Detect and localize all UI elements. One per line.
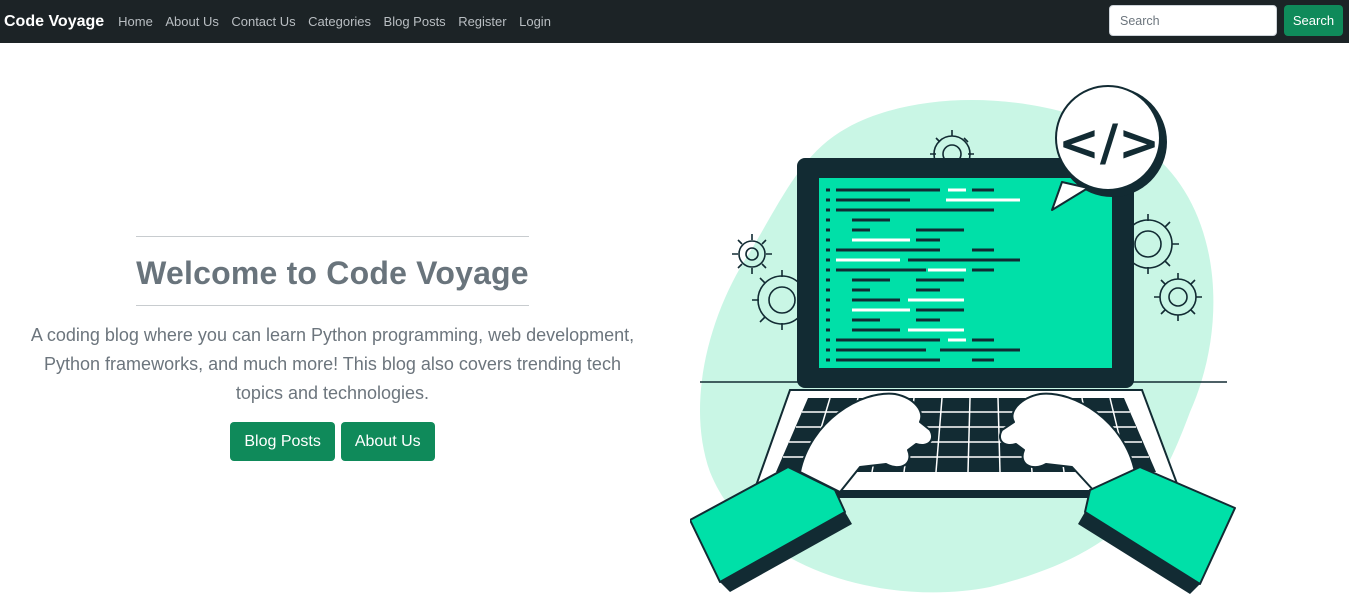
search-form: Search: [1109, 5, 1343, 36]
laptop-front-edge: [790, 490, 1140, 497]
hero-section: Welcome to Code Voyage A coding blog whe…: [0, 236, 665, 461]
hero-description: A coding blog where you can learn Python…: [30, 325, 635, 403]
top-navbar: Code Voyage Home About Us Contact Us Cat…: [0, 0, 1349, 43]
hero-title-frame: Welcome to Code Voyage: [136, 236, 529, 306]
coding-laptop-illustration: </>: [690, 85, 1236, 594]
nav-link-home[interactable]: Home: [118, 14, 153, 29]
search-button[interactable]: Search: [1284, 5, 1343, 36]
nav-link-blog-posts[interactable]: Blog Posts: [384, 14, 446, 29]
hero-title: Welcome to Code Voyage: [136, 255, 529, 291]
search-input[interactable]: [1109, 5, 1277, 36]
code-tag-icon: </>: [1058, 114, 1160, 172]
nav-link-login[interactable]: Login: [519, 14, 551, 29]
nav-link-register[interactable]: Register: [458, 14, 506, 29]
nav-link-contact-us[interactable]: Contact Us: [231, 14, 295, 29]
hero-buttons: Blog Posts About Us: [0, 422, 665, 461]
about-us-button[interactable]: About Us: [340, 422, 435, 461]
nav-link-categories[interactable]: Categories: [308, 14, 371, 29]
nav-links: Home About Us Contact Us Categories Blog…: [118, 14, 563, 29]
blog-posts-button[interactable]: Blog Posts: [230, 422, 335, 461]
nav-link-about-us[interactable]: About Us: [165, 14, 218, 29]
brand-logo-text[interactable]: Code Voyage: [4, 13, 104, 31]
